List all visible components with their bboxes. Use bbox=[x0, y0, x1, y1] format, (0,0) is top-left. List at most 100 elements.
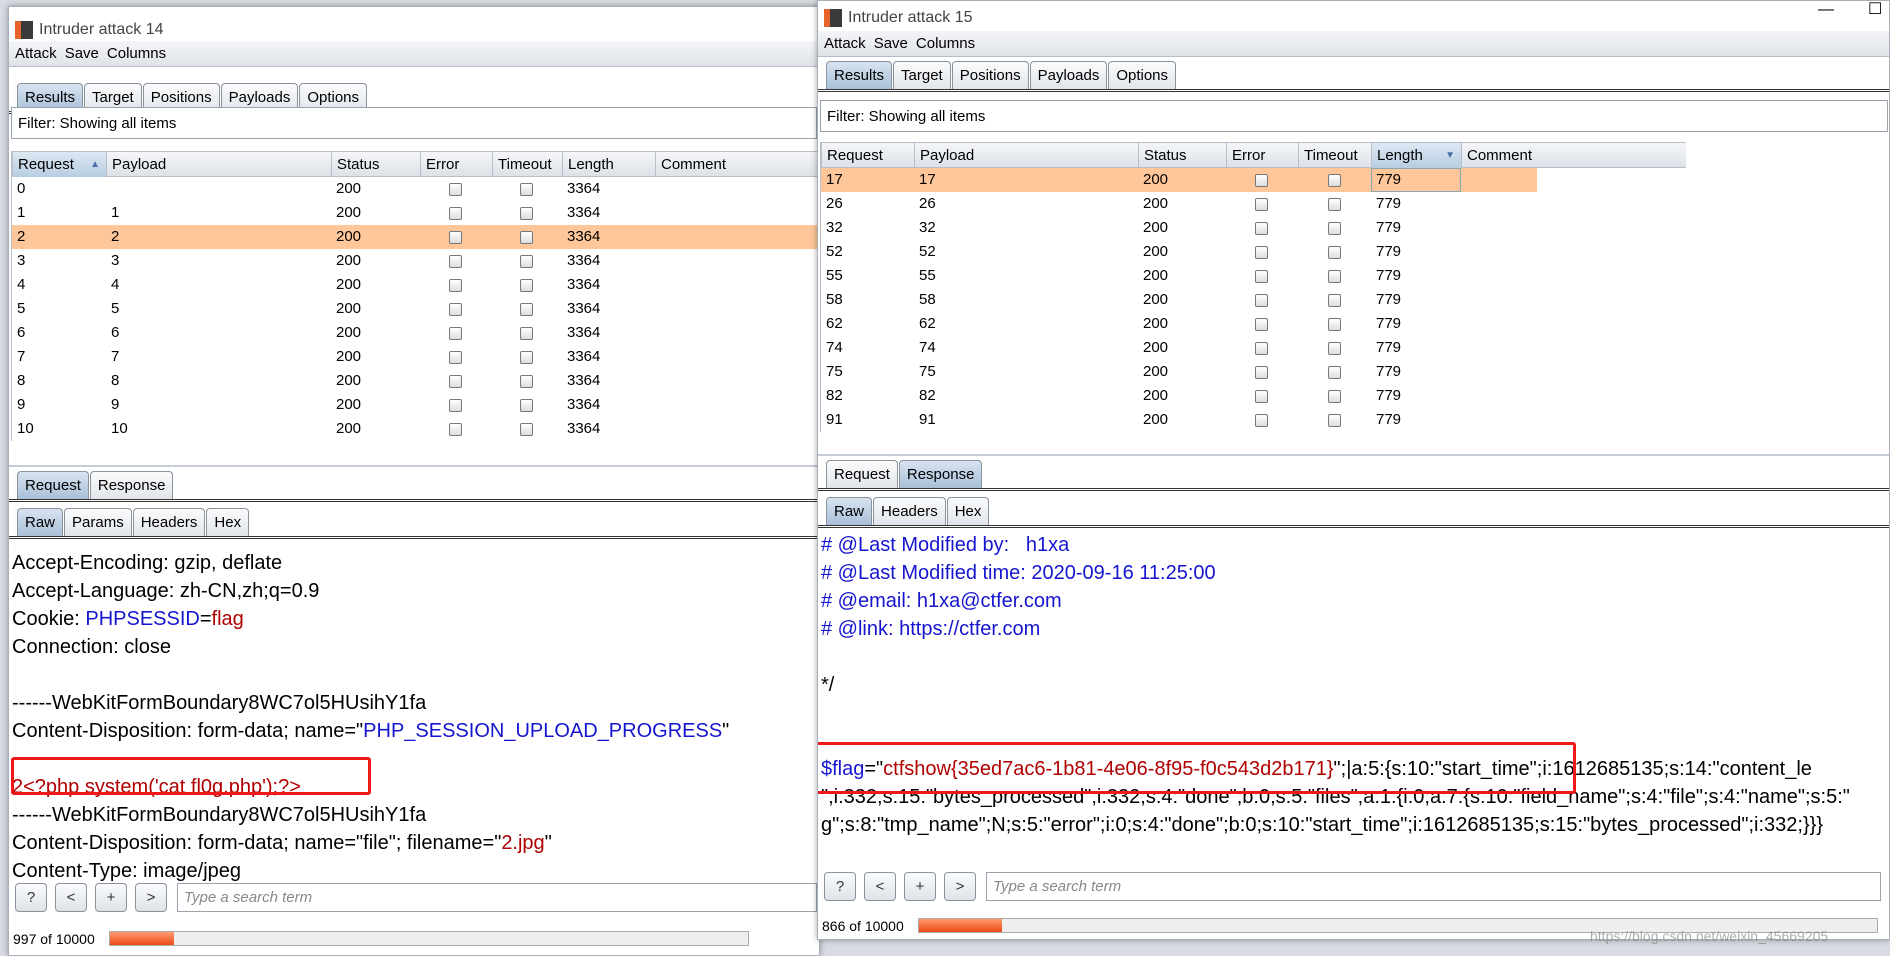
column-header-length[interactable]: Length bbox=[563, 152, 656, 177]
cell-payload: 1 bbox=[111, 204, 120, 221]
previous-button[interactable]: < bbox=[55, 883, 87, 912]
text-line bbox=[821, 699, 1889, 727]
column-header-error[interactable]: Error bbox=[421, 152, 493, 177]
table-row[interactable]: 9 9 200 3364 bbox=[12, 393, 819, 417]
table-row[interactable]: 17 17 200 779 bbox=[821, 168, 1537, 192]
left-message-editor[interactable]: Accept-Encoding: gzip, deflate Accept-Lan… bbox=[12, 549, 819, 885]
menu-save[interactable]: Save bbox=[874, 35, 908, 52]
column-header-error[interactable]: Error bbox=[1227, 143, 1299, 168]
cell-status: 200 bbox=[336, 252, 362, 269]
table-row[interactable]: 0 200 3364 bbox=[12, 177, 819, 201]
right-menu-bar: Attack Save Columns bbox=[818, 31, 1889, 57]
tab-raw[interactable]: Raw bbox=[826, 497, 873, 525]
text-line: Connection: close bbox=[12, 633, 819, 661]
table-row[interactable]: 2 2 200 3364 bbox=[12, 225, 819, 249]
table-row[interactable]: 3 3 200 3364 bbox=[12, 249, 819, 273]
tab-positions[interactable]: Positions bbox=[951, 61, 1029, 89]
table-row[interactable]: 6 6 200 3364 bbox=[12, 321, 819, 345]
burp-logo-icon bbox=[15, 21, 33, 39]
tab-hex[interactable]: Hex bbox=[946, 497, 990, 525]
cell-request: 1 bbox=[17, 204, 26, 221]
tab-response[interactable]: Response bbox=[898, 460, 983, 488]
column-header-timeout[interactable]: Timeout bbox=[493, 152, 563, 177]
menu-attack[interactable]: Attack bbox=[824, 35, 866, 52]
column-header-timeout[interactable]: Timeout bbox=[1299, 143, 1372, 168]
cell-length: 3364 bbox=[567, 300, 601, 317]
error-checkbox bbox=[449, 231, 462, 244]
tab-payloads[interactable]: Payloads bbox=[1029, 61, 1108, 89]
table-row[interactable]: 26 26 200 779 bbox=[821, 192, 1537, 216]
tab-results[interactable]: Results bbox=[826, 61, 893, 89]
table-row[interactable]: 7 7 200 3364 bbox=[12, 345, 819, 369]
table-row[interactable]: 58 58 200 779 bbox=[821, 288, 1537, 312]
minimize-icon[interactable]: — bbox=[1818, 1, 1834, 19]
column-header-request[interactable]: Request ▲ bbox=[13, 152, 107, 177]
left-progress-text: 997 of 10000 bbox=[13, 931, 95, 947]
menu-save[interactable]: Save bbox=[65, 45, 99, 62]
help-button[interactable]: ? bbox=[824, 872, 856, 901]
column-header-status[interactable]: Status bbox=[1139, 143, 1227, 168]
table-row[interactable]: 75 75 200 779 bbox=[821, 360, 1537, 384]
text-segment: 2.jpg bbox=[501, 832, 545, 854]
column-header-payload[interactable]: Payload bbox=[915, 143, 1139, 168]
table-row[interactable]: 52 52 200 779 bbox=[821, 240, 1537, 264]
text-line bbox=[821, 643, 1889, 671]
table-row[interactable]: 5 5 200 3364 bbox=[12, 297, 819, 321]
table-row[interactable]: 74 74 200 779 bbox=[821, 336, 1537, 360]
tab-response[interactable]: Response bbox=[89, 471, 174, 499]
tab-raw[interactable]: Raw bbox=[17, 508, 64, 536]
menu-columns[interactable]: Columns bbox=[916, 35, 975, 52]
column-header-length[interactable]: Length ▼ bbox=[1372, 143, 1462, 168]
text-segment: */ bbox=[821, 674, 835, 696]
add-button[interactable]: + bbox=[95, 883, 127, 912]
table-header: Request Payload Status Error Timeout Length ▼ C… bbox=[821, 142, 1686, 168]
tab-headers[interactable]: Headers bbox=[132, 508, 206, 536]
cell-request: 8 bbox=[17, 372, 26, 389]
cell-length: 779 bbox=[1376, 195, 1402, 212]
cell-request: 52 bbox=[826, 243, 843, 260]
table-row[interactable]: 91 91 200 779 bbox=[821, 408, 1537, 432]
error-checkbox bbox=[1255, 318, 1268, 331]
table-row[interactable]: 82 82 200 779 bbox=[821, 384, 1537, 408]
tab-params[interactable]: Params bbox=[64, 508, 132, 536]
column-label: Length bbox=[568, 156, 614, 173]
search-input[interactable]: Type a search term bbox=[177, 883, 817, 912]
table-row[interactable]: 55 55 200 779 bbox=[821, 264, 1537, 288]
column-header-request[interactable]: Request bbox=[822, 143, 915, 168]
tab-request[interactable]: Request bbox=[17, 471, 89, 499]
cell-status: 200 bbox=[1143, 267, 1169, 284]
cell-payload: 9 bbox=[111, 396, 120, 413]
pane-splitter[interactable] bbox=[9, 465, 819, 467]
column-header-comment[interactable]: Comment bbox=[656, 152, 819, 177]
pane-splitter[interactable] bbox=[818, 454, 1889, 456]
right-filter-bar[interactable]: Filter: Showing all items bbox=[820, 100, 1888, 132]
cell-request: 4 bbox=[17, 276, 26, 293]
left-filter-bar[interactable]: Filter: Showing all items bbox=[11, 107, 817, 139]
previous-button[interactable]: < bbox=[864, 872, 896, 901]
column-header-payload[interactable]: Payload bbox=[107, 152, 332, 177]
table-row[interactable]: 10 10 200 3364 bbox=[12, 417, 819, 441]
column-header-status[interactable]: Status bbox=[332, 152, 421, 177]
next-button[interactable]: > bbox=[135, 883, 167, 912]
table-row[interactable]: 1 1 200 3364 bbox=[12, 201, 819, 225]
tab-request[interactable]: Request bbox=[826, 460, 898, 488]
text-line: g";s:8:"tmp_name";N;s:5:"error";i:0;s:4:… bbox=[821, 811, 1889, 839]
menu-attack[interactable]: Attack bbox=[15, 45, 57, 62]
tab-options[interactable]: Options bbox=[1108, 61, 1177, 89]
cell-payload: 26 bbox=[919, 195, 936, 212]
table-row[interactable]: 4 4 200 3364 bbox=[12, 273, 819, 297]
tab-target[interactable]: Target bbox=[893, 61, 951, 89]
table-row[interactable]: 8 8 200 3364 bbox=[12, 369, 819, 393]
maximize-icon[interactable]: ☐ bbox=[1868, 1, 1882, 19]
table-row[interactable]: 62 62 200 779 bbox=[821, 312, 1537, 336]
table-row[interactable]: 32 32 200 779 bbox=[821, 216, 1537, 240]
tab-headers[interactable]: Headers bbox=[873, 497, 946, 525]
column-header-comment[interactable]: Comment bbox=[1462, 143, 1686, 168]
help-button[interactable]: ? bbox=[15, 883, 47, 912]
add-button[interactable]: + bbox=[904, 872, 936, 901]
next-button[interactable]: > bbox=[944, 872, 976, 901]
tab-hex[interactable]: Hex bbox=[206, 508, 250, 536]
cell-request: 32 bbox=[826, 219, 843, 236]
search-input[interactable]: Type a search term bbox=[986, 872, 1881, 901]
menu-columns[interactable]: Columns bbox=[107, 45, 166, 62]
